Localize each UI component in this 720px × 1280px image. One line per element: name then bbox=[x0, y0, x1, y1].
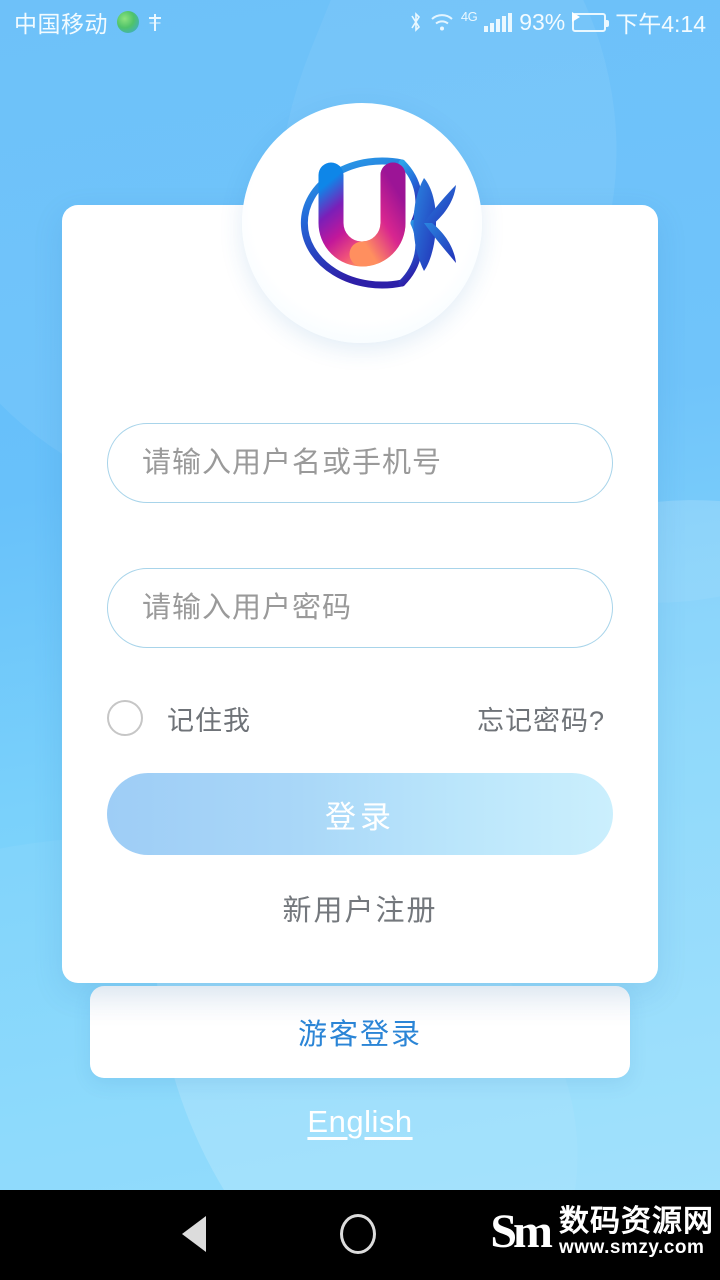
bluetooth-icon bbox=[411, 12, 420, 32]
login-button[interactable]: 登录 bbox=[107, 773, 613, 855]
status-bar: 中国移动 4G 93% 下午4:14 bbox=[0, 0, 720, 44]
language-switch: English bbox=[0, 1104, 720, 1140]
watermark-url: www.smzy.com bbox=[559, 1236, 705, 1258]
network-type-label: 4G bbox=[460, 9, 478, 24]
status-bar-right: 4G 93% 下午4:14 bbox=[409, 5, 706, 39]
phone-screen: 中国移动 4G 93% 下午4:14 游客登录 请输入用户名或手机号 记住我 忘… bbox=[0, 0, 720, 1280]
english-link[interactable]: English bbox=[307, 1104, 412, 1139]
app-badge-icon bbox=[117, 11, 139, 33]
battery-percent-label: 93% bbox=[519, 8, 566, 35]
remember-me-label: 记住我 bbox=[167, 705, 251, 736]
clock-label: 下午4:14 bbox=[615, 11, 706, 37]
logo-mark-icon bbox=[300, 157, 456, 289]
carrier-label: 中国移动 bbox=[14, 11, 108, 37]
options-row: 记住我 忘记密码? bbox=[107, 695, 613, 741]
register-link[interactable]: 新用户注册 bbox=[62, 887, 658, 929]
battery-charging-icon bbox=[572, 11, 610, 32]
guest-login-card: 游客登录 bbox=[90, 986, 630, 1078]
android-nav-bar: Sm 数码资源网 www.smzy.com bbox=[0, 1190, 720, 1280]
usb-icon bbox=[148, 11, 162, 33]
username-field-wrapper[interactable] bbox=[107, 423, 613, 503]
forgot-password-link[interactable]: 忘记密码? bbox=[477, 699, 613, 738]
remember-me-group[interactable]: 记住我 bbox=[107, 699, 251, 738]
back-triangle-icon[interactable] bbox=[182, 1216, 206, 1252]
signal-bars-icon bbox=[484, 12, 513, 32]
username-input[interactable] bbox=[142, 424, 578, 502]
password-input[interactable] bbox=[142, 569, 578, 647]
watermark: Sm 数码资源网 www.smzy.com bbox=[490, 1206, 714, 1257]
watermark-site-name: 数码资源网 bbox=[559, 1205, 714, 1238]
watermark-text: 数码资源网 www.smzy.com bbox=[559, 1206, 714, 1257]
guest-login-button[interactable]: 游客登录 bbox=[278, 1001, 442, 1063]
watermark-logo: Sm bbox=[490, 1204, 553, 1258]
home-circle-icon[interactable] bbox=[340, 1214, 376, 1254]
wifi-icon bbox=[431, 14, 453, 31]
password-field-wrapper[interactable] bbox=[107, 568, 613, 648]
remember-me-checkbox[interactable] bbox=[107, 700, 143, 736]
ufish-logo bbox=[242, 103, 482, 343]
status-bar-left: 中国移动 bbox=[14, 5, 162, 39]
